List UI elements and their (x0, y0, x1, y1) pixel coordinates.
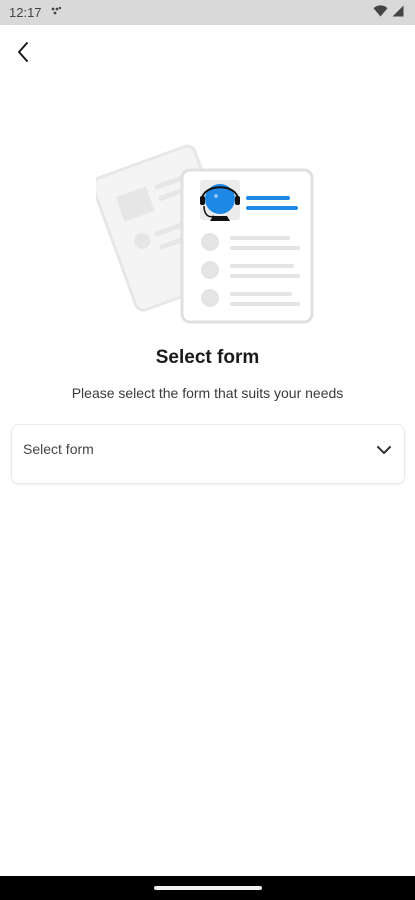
back-button[interactable] (8, 39, 38, 69)
wifi-icon (373, 4, 388, 22)
chevron-down-icon (376, 442, 392, 460)
page-subtitle: Please select the form that suits your n… (71, 385, 344, 401)
status-indicators (373, 4, 404, 22)
status-time: 12:17 (9, 5, 42, 20)
page-title: Select form (155, 347, 260, 368)
home-indicator[interactable] (153, 886, 262, 890)
form-select-value: Select form (23, 441, 94, 457)
form-select-dropdown[interactable]: Select form (11, 424, 405, 484)
app-screen: Select form Please select the form that … (0, 25, 415, 876)
system-navigation-bar (0, 876, 415, 900)
support-form-illustration (91, 120, 318, 326)
back-arrow-icon (16, 41, 30, 68)
notification-dots-icon (50, 6, 62, 19)
signal-icon (392, 4, 404, 22)
status-bar: 12:17 (0, 0, 415, 25)
